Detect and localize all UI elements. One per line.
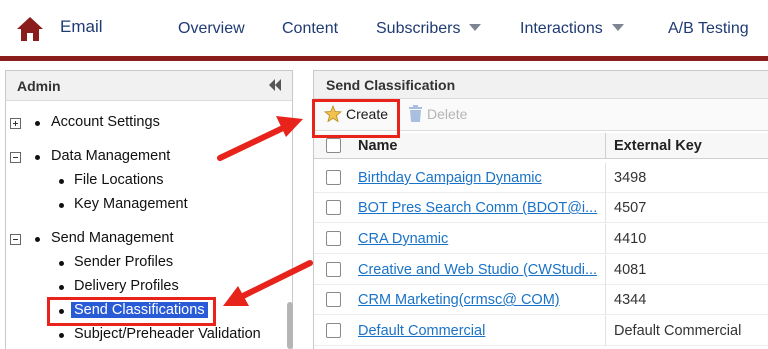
bullet-icon [35,155,40,160]
row-name-link[interactable]: Birthday Campaign Dynamic [358,170,603,186]
column-divider [605,316,606,346]
row-name-link[interactable]: BOT Pres Search Comm (BDOT@i... [358,200,603,216]
column-divider [605,255,606,285]
bullet-icon [59,261,64,266]
tree-item-file-locations[interactable]: File Locations [74,172,163,188]
bullet-icon [35,237,40,242]
tree-item-subject-preheader-validation[interactable]: Subject/Preheader Validation [74,326,261,342]
row-external-key: 4507 [614,200,647,216]
tree-item-send-management[interactable]: Send Management [51,230,174,246]
expand-icon[interactable] [10,118,21,129]
row-checkbox[interactable] [326,323,341,338]
delete-button[interactable]: Delete [408,105,467,122]
bullet-icon [59,333,64,338]
panel-header: Send Classification [314,71,768,99]
table-row: Birthday Campaign Dynamic 3498 [314,163,768,193]
tree-item-key-management[interactable]: Key Management [74,196,188,212]
table-row: Default Commercial Default Commercial [314,316,768,346]
delete-label: Delete [427,105,468,122]
column-divider [605,224,606,254]
collapse-icon[interactable] [10,234,21,245]
column-header-name[interactable]: Name [358,138,398,154]
select-all-checkbox[interactable] [326,138,341,153]
table-row: CRM Marketing(crmsc@ COM) 4344 [314,285,768,315]
trash-icon [409,105,422,122]
tree-item-delivery-profiles[interactable]: Delivery Profiles [74,278,179,294]
create-highlight-box [312,99,400,138]
bullet-icon [59,179,64,184]
row-name-link[interactable]: CRA Dynamic [358,231,603,247]
row-external-key: 4344 [614,292,647,308]
row-checkbox[interactable] [326,262,341,277]
collapse-icon[interactable] [10,152,21,163]
table-row: CRA Dynamic 4410 [314,224,768,254]
row-checkbox[interactable] [326,292,341,307]
bullet-icon [59,285,64,290]
bullet-icon [59,203,64,208]
tree-item-account-settings[interactable]: Account Settings [51,114,160,130]
column-divider [605,285,606,315]
send-classifications-highlight-box [47,297,216,326]
row-name-link[interactable]: Default Commercial [358,323,603,339]
panel-title: Send Classification [326,77,456,93]
column-divider [605,163,606,193]
row-external-key: Default Commercial [614,323,742,339]
row-external-key: 3498 [614,170,647,186]
column-divider [605,193,606,223]
admin-scrollbar[interactable] [287,302,293,349]
row-external-key: 4081 [614,262,647,278]
row-name-link[interactable]: Creative and Web Studio (CWStudi... [358,262,603,278]
row-checkbox[interactable] [326,170,341,185]
row-external-key: 4410 [614,231,647,247]
table-row: BOT Pres Search Comm (BDOT@i... 4507 [314,193,768,223]
bullet-icon [35,121,40,126]
row-name-link[interactable]: CRM Marketing(crmsc@ COM) [358,292,603,308]
table-row: Creative and Web Studio (CWStudi... 4081 [314,255,768,285]
tree-item-data-management[interactable]: Data Management [51,148,170,164]
column-header-external-key[interactable]: External Key [614,138,702,154]
row-checkbox[interactable] [326,231,341,246]
row-checkbox[interactable] [326,200,341,215]
column-divider [605,133,606,159]
tree-item-sender-profiles[interactable]: Sender Profiles [74,254,173,270]
